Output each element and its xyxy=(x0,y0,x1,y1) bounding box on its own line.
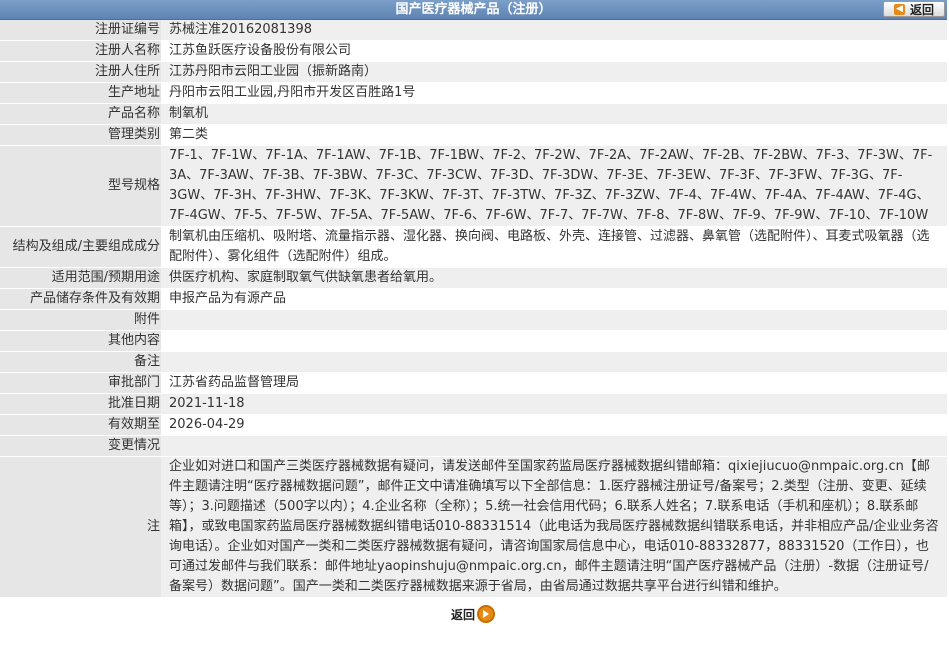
field-value: 丹阳市云阳工业园,丹阳市开发区百胜路1号 xyxy=(161,82,947,104)
field-label: 有效期至 xyxy=(0,414,161,436)
field-label: 变更情况 xyxy=(0,435,161,457)
field-value: 申报产品为有源产品 xyxy=(161,288,947,310)
row-model-specs: 型号规格 7F-1、7F-1W、7F-1A、7F-1AW、7F-1B、7F-1B… xyxy=(0,145,947,227)
row-note: 注 企业如对进口和国产三类医疗器械数据有疑问，请发送邮件至国家药监局医疗器械数据… xyxy=(0,456,947,598)
field-value: 苏械注准20162081398 xyxy=(161,20,947,41)
field-value: 供医疗机构、家庭制取氧气供缺氧患者给氧用。 xyxy=(161,267,947,289)
row-remarks: 备注 xyxy=(0,351,947,373)
page-title: 国产医疗器械产品（注册） xyxy=(395,2,552,17)
field-value xyxy=(161,309,947,331)
row-registrant-name: 注册人名称 江苏鱼跃医疗设备股份有限公司 xyxy=(0,40,947,62)
field-label: 型号规格 xyxy=(0,145,161,227)
field-label: 结构及组成/主要组成成分 xyxy=(0,226,161,268)
row-registrant-address: 注册人住所 江苏丹阳市云阳工业园（振新路南） xyxy=(0,61,947,83)
row-change-status: 变更情况 xyxy=(0,435,947,457)
field-label: 注册人名称 xyxy=(0,40,161,62)
page-header: 国产医疗器械产品（注册） ◀ 返回 xyxy=(0,0,947,20)
field-value: 2021-11-18 xyxy=(161,393,947,415)
field-label: 适用范围/预期用途 xyxy=(0,267,161,289)
field-label: 其他内容 xyxy=(0,330,161,352)
field-value: 江苏省药品监督管理局 xyxy=(161,372,947,394)
row-approval-date: 批准日期 2021-11-18 xyxy=(0,393,947,415)
field-value: 第二类 xyxy=(161,124,947,146)
field-label: 附件 xyxy=(0,309,161,331)
row-structure-composition: 结构及组成/主要组成成分 制氧机由压缩机、吸附塔、流量指示器、湿化器、换向阀、电… xyxy=(0,226,947,268)
field-label: 管理类别 xyxy=(0,124,161,146)
row-management-category: 管理类别 第二类 xyxy=(0,124,947,146)
row-approval-department: 审批部门 江苏省药品监督管理局 xyxy=(0,372,947,394)
field-label: 产品储存条件及有效期 xyxy=(0,288,161,310)
field-value xyxy=(161,330,947,352)
field-label: 产品名称 xyxy=(0,103,161,125)
row-valid-until: 有效期至 2026-04-29 xyxy=(0,414,947,436)
back-button-label: 返回 xyxy=(909,2,934,17)
page-footer: 返回 xyxy=(0,598,947,630)
field-value: 制氧机 xyxy=(161,103,947,125)
row-storage-validity: 产品储存条件及有效期 申报产品为有源产品 xyxy=(0,288,947,310)
play-arrow-icon xyxy=(477,605,495,623)
field-value xyxy=(161,435,947,457)
back-button-top[interactable]: ◀ 返回 xyxy=(883,1,945,17)
back-arrow-icon: ◀ xyxy=(893,3,905,15)
row-product-name: 产品名称 制氧机 xyxy=(0,103,947,125)
note-text: 企业如对进口和国产三类医疗器械数据有疑问，请发送邮件至国家药监局医疗器械数据纠错… xyxy=(161,456,947,598)
field-value: 制氧机由压缩机、吸附塔、流量指示器、湿化器、换向阀、电路板、外壳、连接管、过滤器… xyxy=(161,226,947,268)
field-value: 江苏丹阳市云阳工业园（振新路南） xyxy=(161,61,947,83)
field-label: 注册人住所 xyxy=(0,61,161,83)
back-button-bottom[interactable]: 返回 xyxy=(449,602,495,626)
field-label: 批准日期 xyxy=(0,393,161,415)
field-label: 注册证编号 xyxy=(0,20,161,41)
row-attachments: 附件 xyxy=(0,309,947,331)
field-value xyxy=(161,351,947,373)
back-button-label: 返回 xyxy=(451,607,476,622)
field-value: 7F-1、7F-1W、7F-1A、7F-1AW、7F-1B、7F-1BW、7F-… xyxy=(161,145,947,227)
field-label: 生产地址 xyxy=(0,82,161,104)
note-label: 注 xyxy=(0,456,161,598)
row-intended-use: 适用范围/预期用途 供医疗机构、家庭制取氧气供缺氧患者给氧用。 xyxy=(0,267,947,289)
field-label: 备注 xyxy=(0,351,161,373)
detail-table: 注册证编号 苏械注准20162081398 注册人名称 江苏鱼跃医疗设备股份有限… xyxy=(0,20,947,598)
field-value: 2026-04-29 xyxy=(161,414,947,436)
row-registration-number: 注册证编号 苏械注准20162081398 xyxy=(0,20,947,41)
field-value: 江苏鱼跃医疗设备股份有限公司 xyxy=(161,40,947,62)
row-production-address: 生产地址 丹阳市云阳工业园,丹阳市开发区百胜路1号 xyxy=(0,82,947,104)
field-label: 审批部门 xyxy=(0,372,161,394)
row-other-content: 其他内容 xyxy=(0,330,947,352)
